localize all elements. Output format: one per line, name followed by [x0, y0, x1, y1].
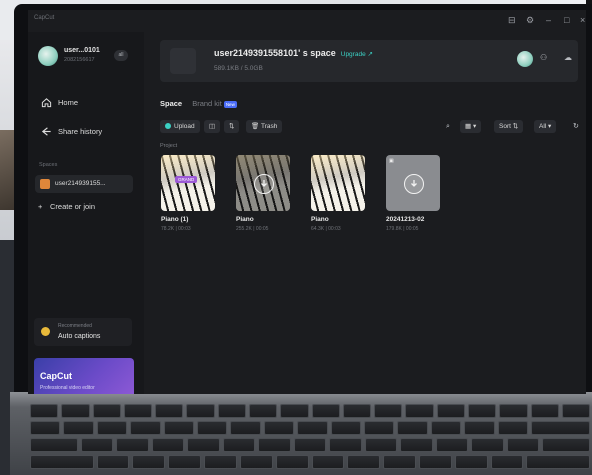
project-name: Piano: [311, 216, 329, 223]
settings-icon[interactable]: ⚙: [526, 15, 534, 26]
space-header: user2149391558101' s space Upgrade ↗ 589.…: [160, 40, 578, 82]
keyboard: [24, 404, 591, 475]
sort-button[interactable]: Sort ⇅: [494, 120, 524, 133]
project-card[interactable]: GRAND Piano (1) 78.2K | 00:03: [161, 155, 215, 232]
app-name: CapCut: [34, 15, 55, 21]
maximize-button[interactable]: □: [564, 15, 569, 25]
project-thumbnail: [236, 155, 290, 211]
grid-icon: ▦ ▾: [465, 123, 477, 130]
feedback-icon[interactable]: ⊟: [508, 15, 516, 26]
app-window: CapCut ⊟ ⚙ – □ × user...0101 2082156617 …: [28, 10, 586, 394]
close-button[interactable]: ×: [580, 15, 585, 25]
cloud-download-icon[interactable]: [254, 174, 274, 194]
sidebar-item-label: Share history: [58, 127, 103, 136]
promo-title: CapCut: [40, 371, 72, 381]
project-card[interactable]: ▣ 20241213-02 179.8K | 00:05: [386, 155, 440, 232]
space-label: user214939155...: [55, 180, 106, 187]
avatar[interactable]: [38, 46, 58, 66]
create-label: Create or join: [50, 202, 96, 211]
tab-brand-kit[interactable]: Brand kit New: [192, 99, 237, 108]
plus-icon: +: [38, 202, 43, 211]
spaces-section-label: Spaces: [39, 162, 58, 168]
project-card[interactable]: Piano 64.3K | 00:03: [311, 155, 365, 232]
recommended-card[interactable]: Recommended Auto captions: [34, 318, 132, 346]
upgrade-link[interactable]: Upgrade ↗: [341, 51, 373, 58]
profile-card[interactable]: user...0101 2082156617 all: [34, 42, 134, 74]
sidebar: user...0101 2082156617 all Home Share hi…: [28, 32, 144, 394]
member-avatar[interactable]: [517, 51, 533, 67]
folder-button[interactable]: ◫: [204, 120, 221, 133]
trash-icon: 🗑: [251, 123, 260, 130]
project-thumbnail: [311, 155, 365, 211]
sidebar-item-share-history[interactable]: Share history: [34, 123, 134, 141]
filter-button[interactable]: All ▾: [534, 120, 557, 133]
view-toggle-button[interactable]: ▦ ▾: [460, 120, 482, 133]
main-content: user2149391558101' s space Upgrade ↗ 589.…: [144, 32, 586, 394]
capcut-promo-card[interactable]: CapCut Professional video editor: [34, 358, 134, 394]
project-thumbnail: ▣: [386, 155, 440, 211]
project-section-label: Project: [160, 143, 178, 149]
project-card[interactable]: Piano 255.2K | 00:05: [236, 155, 290, 232]
space-thumbnail: [170, 48, 196, 74]
space-title: user2149391558101' s space Upgrade ↗: [214, 48, 373, 58]
space-icon: [40, 179, 50, 189]
share-icon: [41, 126, 53, 138]
minimize-button[interactable]: –: [546, 15, 551, 25]
project-name: Piano: [236, 216, 254, 223]
tab-bar: Space Brand kit New: [160, 99, 237, 108]
promo-subtitle: Professional video editor: [40, 385, 95, 391]
project-thumbnail: GRAND: [161, 155, 215, 211]
title-bar: CapCut ⊟ ⚙ – □ ×: [28, 10, 586, 32]
project-tag: GRAND: [175, 176, 198, 183]
profile-badge[interactable]: all: [114, 50, 128, 61]
move-button[interactable]: ⇅: [224, 120, 240, 133]
trash-button[interactable]: 🗑 Trash: [246, 120, 283, 133]
move-icon: ⇅: [229, 123, 235, 130]
create-or-join-button[interactable]: + Create or join: [38, 202, 95, 211]
add-member-icon[interactable]: ⚇: [540, 53, 547, 62]
recommended-title: Auto captions: [58, 333, 101, 340]
search-icon[interactable]: ⌕: [446, 120, 450, 133]
profile-name: user...0101: [64, 47, 100, 54]
lightbulb-icon: [41, 327, 50, 336]
project-meta: 64.3K | 00:03: [311, 226, 341, 232]
project-name: Piano (1): [161, 216, 189, 223]
piano-image: [161, 155, 215, 211]
profile-id: 2082156617: [64, 57, 95, 63]
project-meta: 179.8K | 00:05: [386, 226, 419, 232]
cloud-download-icon[interactable]: [404, 174, 424, 194]
upload-button[interactable]: Upload: [160, 120, 200, 133]
upload-icon: [165, 123, 171, 129]
recommended-label: Recommended: [58, 323, 92, 329]
cloud-icon[interactable]: ☁: [564, 53, 572, 62]
folder-icon: ◫: [209, 123, 216, 130]
home-icon: [41, 97, 53, 109]
sidebar-item-space[interactable]: user214939155...: [35, 175, 133, 193]
sidebar-item-label: Home: [58, 98, 79, 107]
storage-usage: 589.1KB / 5.0GB: [214, 65, 263, 72]
project-meta: 78.2K | 00:03: [161, 226, 191, 232]
toolbar: Upload ◫ ⇅ 🗑 Trash ⌕ ▦ ▾ Sort ⇅ All ▾ ↻: [160, 120, 582, 134]
project-name: 20241213-02: [386, 216, 425, 223]
new-badge: New: [223, 100, 237, 108]
project-meta: 255.2K | 00:05: [236, 226, 269, 232]
sidebar-item-home[interactable]: Home: [34, 94, 134, 112]
refresh-icon[interactable]: ↻: [573, 120, 579, 133]
tab-space[interactable]: Space: [160, 99, 182, 108]
video-icon: ▣: [389, 158, 394, 164]
piano-image: [311, 155, 365, 211]
